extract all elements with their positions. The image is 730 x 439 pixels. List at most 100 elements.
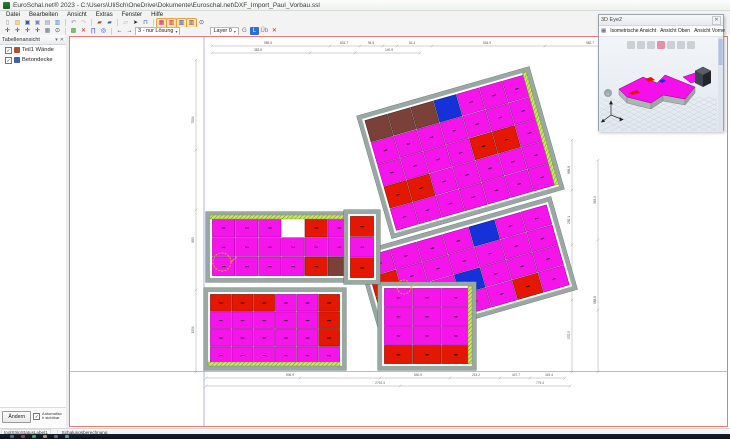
toolbar-separator [65,28,66,35]
zero-mode-icon[interactable]: ◎ [99,27,108,35]
menu-hilfe[interactable]: Hilfe [151,12,163,18]
viewer-3d-scene[interactable]: ⌂ [599,37,723,132]
table-view-panel: Tabellenansicht ▾ ✕ ✓Teil1 Wände✓Betonde… [0,35,67,428]
window-select-icon[interactable]: ▦ [43,27,52,35]
dimension-value: 989.5 [264,41,272,45]
pin-icon[interactable]: ▾ [55,37,58,43]
taskbar-app-icon[interactable] [32,435,36,438]
undo-icon[interactable]: ↶ [69,19,78,27]
dimension-value: 588.8 [593,296,597,304]
panel-label-mark [245,266,249,267]
taskbar-app-icon[interactable] [10,435,14,438]
taskbar-app-icon[interactable] [54,435,58,438]
title-bar: EuroSchal.net® 2023 - C:\Users\UliSch\On… [0,0,730,11]
view-tab-1[interactable]: Ansicht Oben [660,28,690,34]
viewer-3d-titlebar[interactable]: 3D Eye2 ✕ [599,15,723,26]
viewer-3d-panel: 3D Eye2 ✕ ▦ Isometrische Ansicht Ansicht … [598,14,724,131]
taskbar-app-icon[interactable] [21,435,25,438]
tree-item-checkbox[interactable]: ✓ [5,47,12,54]
zoom-window-icon[interactable] [657,41,665,49]
print-preview-icon[interactable]: ▥ [53,19,62,27]
point-move-icon[interactable]: ✛ [33,27,42,35]
slab-dark-icon[interactable]: ▥ [187,19,196,27]
grid-toggle-icon[interactable]: G [240,27,249,35]
tree-item-0[interactable]: ✓Teil1 Wände [0,45,66,55]
dimension-value: 570.5 [567,331,571,339]
cursor-icon[interactable]: ➤ [131,19,140,27]
pan-icon[interactable] [667,41,675,49]
menu-fenster[interactable]: Fenster [122,12,142,18]
tree-item-label: Betondecke [22,57,53,63]
layer-active-icon[interactable]: L [250,27,259,35]
panel-label-mark [284,302,288,303]
panel-label-mark [314,227,318,228]
view-red-icon[interactable]: ▰ [95,19,104,27]
point-add-icon[interactable]: ✛ [13,27,22,35]
orbit-icon[interactable] [687,41,695,49]
panel-label-mark [397,354,401,355]
view-tab-0[interactable]: Isometrische Ansicht [610,28,656,34]
menu-datei[interactable]: Datei [6,12,20,18]
windows-taskbar[interactable] [0,434,730,439]
deck-green-icon[interactable]: ▩ [69,27,78,35]
tree-item-checkbox[interactable]: ✓ [5,57,12,64]
taskbar-app-icon[interactable] [65,435,69,438]
slab-blue-icon[interactable]: ▥ [177,19,186,27]
zoom-out-icon[interactable] [647,41,655,49]
view-mode-icon[interactable]: ▦ [601,28,606,34]
new-file-icon[interactable]: ▯ [3,19,12,27]
delete-solution-icon[interactable]: ✕ [79,27,88,35]
splitter[interactable] [66,35,70,428]
slab-red-icon[interactable]: ▥ [167,19,176,27]
panel-label-mark [425,297,429,298]
zoom-window-icon[interactable]: ⊙ [53,27,62,35]
redo-icon[interactable]: ↷ [79,19,88,27]
panel-label-mark [262,302,266,303]
zoom-tool-icon[interactable]: ⊙ [197,19,206,27]
save-icon[interactable]: ▣ [23,19,32,27]
panel-label-mark [268,227,272,228]
zoom-in-icon[interactable] [637,41,645,49]
wall-mode-icon[interactable]: ∏ [89,27,98,35]
viewer-3d-title: 3D Eye2 [601,17,712,23]
panel-label-mark [397,316,401,317]
menu-bearbeiten[interactable]: Bearbeiten [29,12,58,18]
point-edit-icon[interactable]: ✛ [3,27,12,35]
menu-extras[interactable]: Extras [96,12,113,18]
open-folder-icon[interactable]: ▨ [13,19,22,27]
viewer-3d-viewport[interactable]: ⌂ [599,37,723,132]
tree-item-1[interactable]: ✓ Betondecke [0,55,66,65]
close-icon[interactable]: ✕ [60,37,64,43]
view-tab-2[interactable]: Ansicht Vorne [694,28,725,34]
rotate-icon[interactable] [677,41,685,49]
window-title: EuroSchal.net® 2023 - C:\Users\UliSch\On… [13,2,320,9]
layer-type-icon [14,47,20,53]
home-icon[interactable] [627,41,635,49]
toolbar-separator [65,19,66,26]
panel-label-mark [338,227,342,228]
point-delete-icon[interactable]: ✛ [23,27,32,35]
change-button[interactable]: Ändern [2,411,31,423]
dimension-value: 982.7 [586,41,594,45]
viewer-scrollbar-thumb[interactable] [719,39,723,65]
dimension-value: 906.9 [286,373,294,377]
wall-tool-icon[interactable]: ⊓ [141,19,150,27]
taskbar-app-icon[interactable] [43,435,47,438]
print-icon[interactable]: ▤ [43,19,52,27]
save-all-icon[interactable]: ▣ [33,19,42,27]
viewer-3d-close-icon[interactable]: ✕ [712,16,721,25]
prev-solution-icon[interactable]: ← [115,27,124,35]
view-blue-icon[interactable]: ▰ [105,19,114,27]
panel-label-mark [268,266,272,267]
ueberstand-icon[interactable]: Üb [260,27,269,35]
layer-tree: ✓Teil1 Wände✓Betondecke [0,45,66,65]
next-solution-icon[interactable]: → [125,27,134,35]
menu-ansicht[interactable]: Ansicht [67,12,87,18]
deck-grid-icon[interactable]: ▦ [157,19,166,27]
eraser-icon[interactable]: ▱ [121,19,130,27]
panel-label-mark [397,335,401,336]
close-solution-icon[interactable]: ✕ [270,27,279,35]
solution-dropdown-value: 3 - nur Lösung [138,28,173,34]
auto-visible-checkbox[interactable]: ✓ [33,413,40,420]
panel-label-mark [245,247,249,248]
